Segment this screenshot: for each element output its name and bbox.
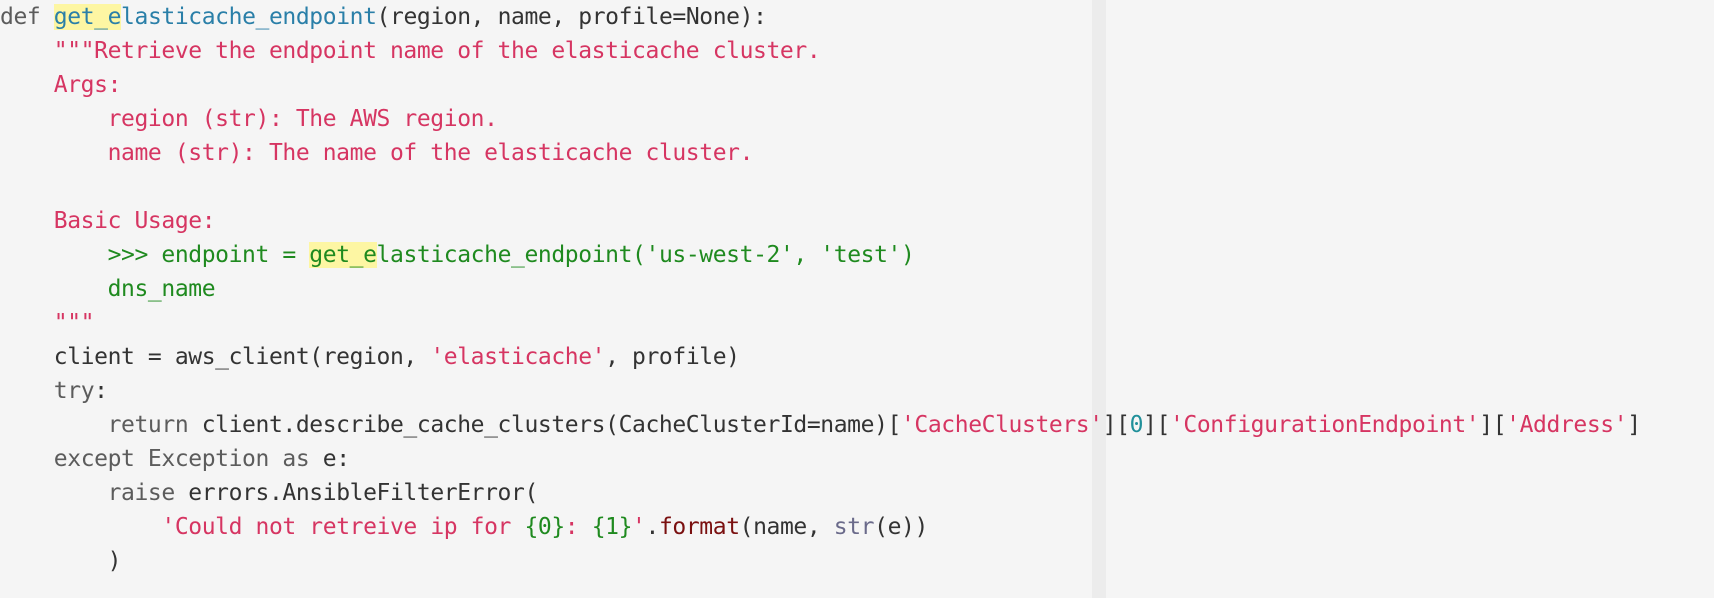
code-line[interactable]: region (str): The AWS region. bbox=[0, 102, 1641, 136]
search-match-highlight: get_e bbox=[53, 4, 122, 30]
code-token: str bbox=[833, 514, 875, 540]
code-token: {0} bbox=[524, 514, 565, 540]
code-token: lasticache_endpoint('us-west-2', 'test') bbox=[376, 242, 915, 268]
code-token: 'elasticache' bbox=[430, 344, 606, 370]
code-token: , profile) bbox=[605, 344, 740, 370]
code-token: 0 bbox=[1129, 412, 1144, 438]
code-token: ] bbox=[1627, 412, 1641, 438]
code-line[interactable]: """ bbox=[0, 306, 1641, 340]
code-token: 'Address' bbox=[1506, 412, 1628, 438]
code-token: ][ bbox=[1143, 412, 1170, 438]
code-token: (e)) bbox=[874, 514, 928, 540]
code-line[interactable]: raise errors.AnsibleFilterError( bbox=[0, 476, 1641, 510]
code-line[interactable]: except Exception as e: bbox=[0, 442, 1641, 476]
code-token: client.describe_cache_clusters(CacheClus… bbox=[188, 412, 902, 438]
code-token: . bbox=[645, 514, 660, 540]
code-token: {1} bbox=[591, 514, 633, 540]
code-token: ][ bbox=[1102, 412, 1130, 438]
code-line[interactable]: def get_elasticache_endpoint(region, nam… bbox=[0, 0, 1641, 34]
code-token: dns_name bbox=[0, 276, 216, 302]
code-token: try bbox=[53, 378, 95, 404]
code-token: name (str): The name of the elasticache … bbox=[0, 140, 754, 166]
code-token: ' bbox=[632, 514, 646, 540]
code-line[interactable]: try: bbox=[0, 374, 1641, 408]
code-line[interactable]: name (str): The name of the elasticache … bbox=[0, 136, 1641, 170]
code-line[interactable]: return client.describe_cache_clusters(Ca… bbox=[0, 408, 1641, 442]
code-token: 'ConfigurationEndpoint' bbox=[1169, 412, 1480, 438]
code-line[interactable]: ) bbox=[0, 544, 1641, 578]
code-editor[interactable]: def get_elasticache_endpoint(region, nam… bbox=[0, 0, 1714, 598]
code-line[interactable]: Args: bbox=[0, 68, 1641, 102]
code-token: Basic Usage: bbox=[0, 208, 216, 234]
code-token: ) bbox=[0, 548, 122, 574]
code-token: 'CacheClusters' bbox=[900, 412, 1103, 438]
code-token: raise bbox=[107, 480, 176, 506]
search-match-highlight: get_e bbox=[309, 242, 377, 268]
code-token: (name, bbox=[739, 514, 834, 540]
code-token: (region, name, profile=None): bbox=[376, 4, 767, 30]
code-token: >>> endpoint = bbox=[0, 242, 310, 268]
code-token: errors.AnsibleFilterError( bbox=[174, 480, 538, 506]
code-token: """Retrieve the endpoint name of the ela… bbox=[0, 38, 821, 64]
code-token: 'Could not retreive ip for bbox=[161, 514, 525, 540]
code-token: e: bbox=[309, 446, 350, 472]
code-token: format bbox=[658, 514, 740, 540]
code-token: """ bbox=[0, 310, 95, 336]
code-token: except Exception as bbox=[53, 446, 310, 472]
code-line[interactable]: """Retrieve the endpoint name of the ela… bbox=[0, 34, 1641, 68]
code-token: ][ bbox=[1479, 412, 1507, 438]
code-token: client = aws_client(region, bbox=[0, 344, 431, 370]
code-token: : bbox=[564, 514, 592, 540]
code-token: def bbox=[0, 4, 54, 30]
code-line[interactable]: client = aws_client(region, 'elasticache… bbox=[0, 340, 1641, 374]
code-line[interactable]: >>> endpoint = get_elasticache_endpoint(… bbox=[0, 238, 1641, 272]
code-line[interactable]: dns_name bbox=[0, 272, 1641, 306]
code-token: region (str): The AWS region. bbox=[0, 106, 498, 132]
code-line[interactable] bbox=[0, 170, 1641, 204]
code-line[interactable]: 'Could not retreive ip for {0}: {1}'.for… bbox=[0, 510, 1641, 544]
code-line[interactable]: Basic Usage: bbox=[0, 204, 1641, 238]
code-area[interactable]: def get_elasticache_endpoint(region, nam… bbox=[0, 0, 1641, 578]
code-token: Args: bbox=[0, 72, 122, 98]
code-token: lasticache_endpoint bbox=[121, 4, 377, 30]
code-token: : bbox=[94, 378, 108, 404]
code-token: return bbox=[107, 412, 189, 438]
